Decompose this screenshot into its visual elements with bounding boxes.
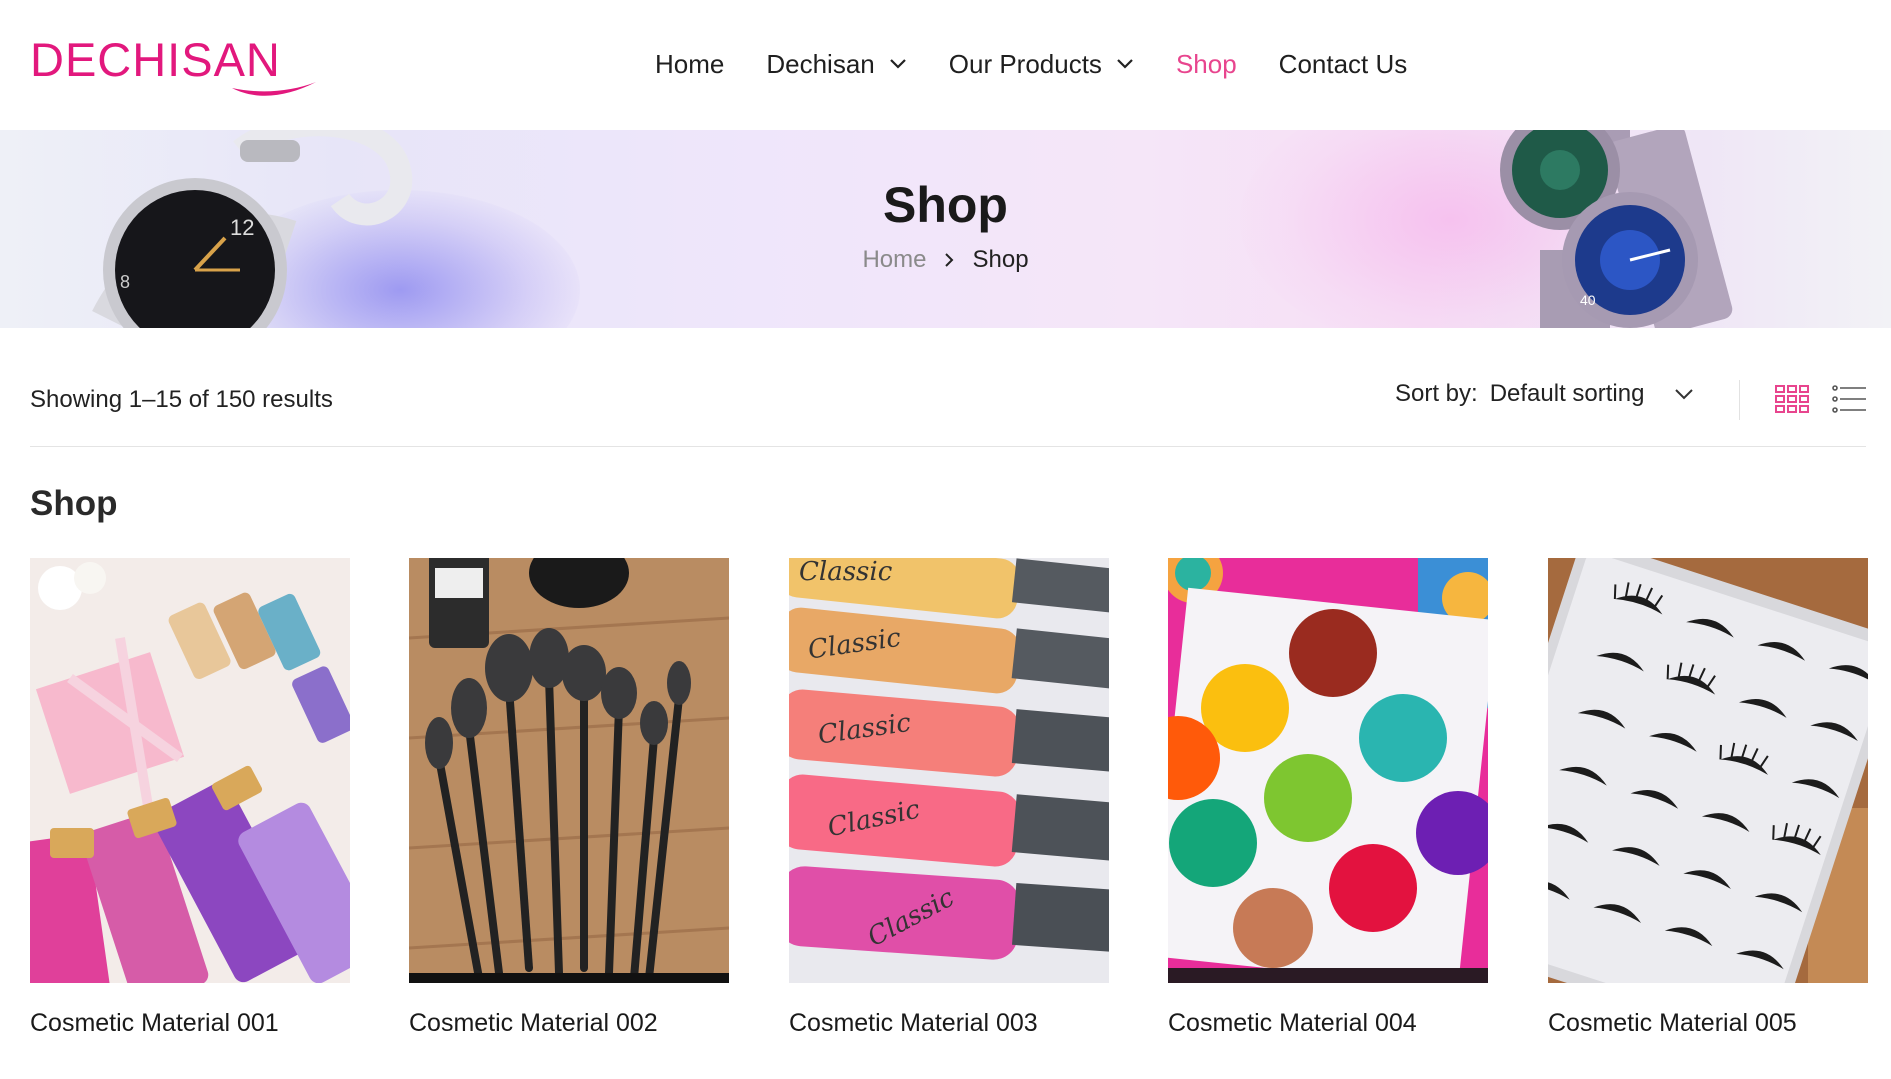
chevron-down-icon [1117,59,1133,69]
nav-label: Our Products [948,48,1102,79]
logo-swoosh-icon [232,82,316,96]
nav-item-contact-us[interactable]: Contact Us [1279,49,1408,80]
nav-label: Dechisan [766,48,875,79]
product-image-brushes[interactable] [409,558,729,983]
product-image-eyeshadow-palette[interactable] [1168,558,1488,983]
page-banner: 12 8 40 Shop Home Shop [0,130,1891,328]
breadcrumb: Home Shop [0,246,1891,274]
product-card[interactable]: Cosmetic Material 004 [1168,558,1488,1038]
product-card[interactable]: Cosmetic Material 001 [30,558,350,1038]
section-title: Shop [30,484,118,523]
sort-label: Sort by: [1395,380,1478,407]
product-name[interactable]: Cosmetic Material 002 [409,1009,729,1038]
nav-item-home[interactable]: Home [655,49,724,80]
product-image-eyelash-tray[interactable] [1548,558,1868,983]
toolbar-divider-line [30,446,1866,447]
svg-text:8: 8 [120,272,130,292]
toolbar-divider [1739,380,1740,420]
chevron-down-icon [1675,389,1694,400]
product-name[interactable]: Cosmetic Material 004 [1168,1009,1488,1038]
page-title: Shop [883,177,1008,233]
nav-item-shop[interactable]: Shop [1176,49,1237,80]
product-name[interactable]: Cosmetic Material 003 [789,1009,1109,1038]
product-card[interactable]: Cosmetic Material 002 [409,558,729,1038]
result-count: Showing 1–15 of 150 results [30,386,333,413]
svg-text:40: 40 [1580,292,1596,308]
product-name[interactable]: Cosmetic Material 005 [1548,1009,1868,1038]
nav-item-dechisan[interactable]: Dechisan [766,49,906,80]
sort-dropdown[interactable]: Sort by: Default sorting [1395,380,1694,408]
site-header: DECHISAN Home Dechisan Our Products Shop… [0,0,1891,130]
nav-label: Home [655,48,725,79]
main-nav: Home Dechisan Our Products Shop Contact … [655,44,1449,84]
dechisan-logo[interactable]: DECHISAN [30,34,316,96]
grid-view-icon[interactable] [1775,385,1809,413]
nav-item-our-products[interactable]: Our Products [949,49,1134,80]
product-name[interactable]: Cosmetic Material 001 [30,1009,350,1038]
breadcrumb-current: Shop [972,246,1029,273]
chevron-down-icon [889,59,906,69]
list-view-icon[interactable] [1832,385,1866,413]
breadcrumb-home-link[interactable]: Home [862,246,926,274]
nav-label: Contact Us [1278,48,1408,79]
svg-text:Classic: Classic [799,558,893,587]
nav-label: Shop [1175,48,1237,79]
product-card[interactable]: Classic Classic Classic Classic Classic … [789,558,1109,1038]
product-image-perfume[interactable] [30,558,350,983]
product-image-lip-gloss[interactable]: Classic Classic Classic Classic Classic [789,558,1109,983]
product-card[interactable]: Cosmetic Material 005 [1548,558,1868,1038]
sort-value: Default sorting [1489,380,1645,407]
chevron-right-icon [945,253,954,267]
